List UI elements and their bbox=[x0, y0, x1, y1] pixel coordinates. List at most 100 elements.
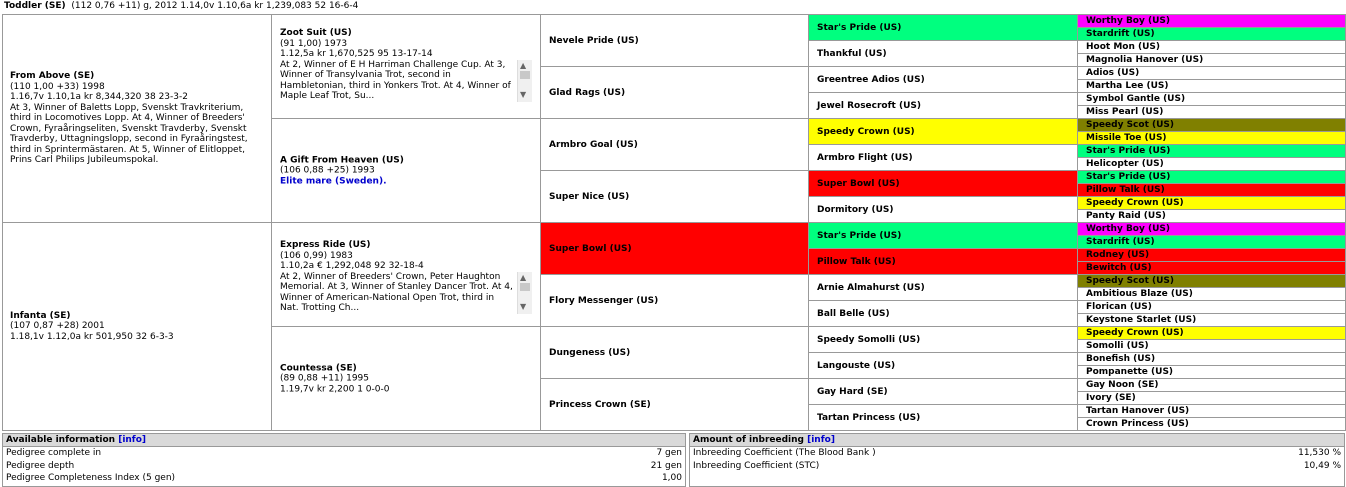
ancestor-cell[interactable]: Armbro Goal (US) bbox=[540, 118, 809, 171]
ancestor-cell[interactable]: Rodney (US) bbox=[1077, 248, 1346, 262]
ancestor-cell[interactable]: Crown Princess (US) bbox=[1077, 417, 1346, 431]
ancestor-cell[interactable]: Speedy Crown (US) bbox=[1077, 196, 1346, 210]
ancestor-cell[interactable]: Star's Pride (US) bbox=[1077, 144, 1346, 158]
ancestor-cell[interactable]: Panty Raid (US) bbox=[1077, 209, 1346, 223]
ancestor-cell[interactable]: Flory Messenger (US) bbox=[540, 274, 809, 327]
ancestor-cell[interactable]: Helicopter (US) bbox=[1077, 157, 1346, 171]
ancestor-name: Speedy Somolli (US) bbox=[817, 334, 921, 345]
ancestor-name: Star's Pride (US) bbox=[1086, 145, 1171, 156]
scrollbar[interactable]: ▲ ▼ bbox=[517, 59, 532, 102]
ancestor-name: Crown Princess (US) bbox=[1086, 418, 1189, 429]
ancestor-name: Langouste (US) bbox=[817, 360, 896, 371]
ancestor-cell[interactable]: Super Bowl (US) bbox=[808, 170, 1078, 197]
ancestor-name: Thankful (US) bbox=[817, 48, 887, 59]
description-scrollbox[interactable]: At 2, Winner of E H Harriman Challenge C… bbox=[280, 59, 532, 102]
inbreeding-panel: Amount of inbreeding [info] Inbreeding C… bbox=[689, 433, 1345, 487]
ancestor-name: Worthy Boy (US) bbox=[1086, 15, 1170, 26]
description-scrollbox[interactable]: At 2, Winner of Breeders' Crown, Peter H… bbox=[280, 271, 532, 314]
sire-dam-cell[interactable]: Infanta (SE) (107 0,87 +28) 2001 1.18,1v 1… bbox=[2, 222, 272, 431]
scroll-up-icon[interactable]: ▲ bbox=[520, 273, 526, 284]
scroll-up-icon[interactable]: ▲ bbox=[520, 61, 526, 72]
horse-record: 1.19,7v kr 2,200 1 0-0-0 bbox=[280, 383, 390, 394]
ancestor-cell[interactable]: Symbol Gantle (US) bbox=[1077, 92, 1346, 106]
scrollbar[interactable]: ▲ ▼ bbox=[517, 271, 532, 314]
elite-mare-link[interactable]: Elite mare (Sweden). bbox=[280, 176, 532, 187]
ancestor-cell[interactable]: Dormitory (US) bbox=[808, 196, 1078, 223]
grandparent-cell[interactable]: Countessa (SE) (89 0,88 +11) 1995 1.19,7v … bbox=[271, 326, 541, 431]
ancestor-cell[interactable]: Bewitch (US) bbox=[1077, 261, 1346, 275]
sire-dam-cell[interactable]: From Above (SE) (110 1,00 +33) 1998 1.16,7… bbox=[2, 14, 272, 223]
grandparent-cell[interactable]: Express Ride (US) (106 0,99) 1983 1.10,2a … bbox=[271, 222, 541, 327]
ancestor-cell[interactable]: Ambitious Blaze (US) bbox=[1077, 287, 1346, 301]
ancestor-cell[interactable]: Armbro Flight (US) bbox=[808, 144, 1078, 171]
ancestor-cell[interactable]: Thankful (US) bbox=[808, 40, 1078, 67]
ancestor-cell[interactable]: Super Bowl (US) bbox=[540, 222, 809, 275]
ancestor-name: Miss Pearl (US) bbox=[1086, 106, 1164, 117]
ancestor-cell[interactable]: Speedy Scot (US) bbox=[1077, 274, 1346, 288]
scroll-down-icon[interactable]: ▼ bbox=[520, 302, 526, 313]
ancestor-cell[interactable]: Missile Toe (US) bbox=[1077, 131, 1346, 145]
ancestor-cell[interactable]: Pompanette (US) bbox=[1077, 365, 1346, 379]
scroll-thumb[interactable] bbox=[520, 70, 530, 79]
ancestor-cell[interactable]: Princess Crown (SE) bbox=[540, 378, 809, 431]
horse-record: At 3, Winner of Baletts Lopp, Svenskt Tr… bbox=[10, 102, 248, 166]
scroll-down-icon[interactable]: ▼ bbox=[520, 90, 526, 101]
scroll-thumb[interactable] bbox=[520, 282, 530, 291]
ancestor-cell[interactable]: Speedy Crown (US) bbox=[1077, 326, 1346, 340]
ancestor-name: Martha Lee (US) bbox=[1086, 80, 1169, 91]
ancestor-cell[interactable]: Gay Noon (SE) bbox=[1077, 378, 1346, 392]
horse-record: 1.10,2a € 1,292,048 92 32-18-4 bbox=[280, 261, 424, 271]
ancestor-cell[interactable]: Speedy Scot (US) bbox=[1077, 118, 1346, 132]
ancestor-name: Armbro Flight (US) bbox=[817, 152, 913, 163]
ancestor-name: Star's Pride (US) bbox=[817, 22, 902, 33]
ancestor-cell[interactable]: Miss Pearl (US) bbox=[1077, 105, 1346, 119]
ancestor-cell[interactable]: Jewel Rosecroft (US) bbox=[808, 92, 1078, 119]
ancestor-cell[interactable]: Speedy Crown (US) bbox=[808, 118, 1078, 145]
ancestor-cell[interactable]: Dungeness (US) bbox=[540, 326, 809, 379]
ancestor-cell[interactable]: Pillow Talk (US) bbox=[808, 248, 1078, 275]
ancestor-cell[interactable]: Florican (US) bbox=[1077, 300, 1346, 314]
ancestor-cell[interactable]: Star's Pride (US) bbox=[1077, 170, 1346, 184]
ancestor-cell[interactable]: Star's Pride (US) bbox=[808, 222, 1078, 249]
ancestor-cell[interactable]: Keystone Starlet (US) bbox=[1077, 313, 1346, 327]
ancestor-cell[interactable]: Star's Pride (US) bbox=[808, 14, 1078, 41]
horse-record: (110 1,00 +33) 1998 bbox=[10, 81, 105, 92]
ancestor-cell[interactable]: Bonefish (US) bbox=[1077, 352, 1346, 366]
info-row: Pedigree complete in 7 gen bbox=[6, 448, 682, 458]
ancestor-cell[interactable]: Magnolia Hanover (US) bbox=[1077, 53, 1346, 67]
ancestor-name: Super Nice (US) bbox=[549, 191, 630, 202]
ancestor-cell[interactable]: Worthy Boy (US) bbox=[1077, 14, 1346, 28]
ancestor-cell[interactable]: Super Nice (US) bbox=[540, 170, 809, 223]
ancestor-name: Jewel Rosecroft (US) bbox=[817, 100, 921, 111]
ancestor-cell[interactable]: Ball Belle (US) bbox=[808, 300, 1078, 327]
ancestor-name: Stardrift (US) bbox=[1086, 28, 1155, 39]
ancestor-cell[interactable]: Arnie Almahurst (US) bbox=[808, 274, 1078, 301]
ancestor-cell[interactable]: Langouste (US) bbox=[808, 352, 1078, 379]
ancestor-cell[interactable]: Stardrift (US) bbox=[1077, 27, 1346, 41]
ancestor-cell[interactable]: Worthy Boy (US) bbox=[1077, 222, 1346, 236]
ancestor-name: Super Bowl (US) bbox=[817, 178, 900, 189]
ancestor-name: Greentree Adios (US) bbox=[817, 74, 925, 85]
horse-description: At 2, Winner of Breeders' Crown, Peter H… bbox=[280, 271, 513, 314]
grandparent-cell[interactable]: Zoot Suit (US) (91 1,00) 1973 1.12,5a kr 1… bbox=[271, 14, 541, 119]
grandparent-info: Countessa (SE) (89 0,88 +11) 1995 1.19,7v … bbox=[280, 363, 532, 395]
grandparent-cell[interactable]: A Gift From Heaven (US) (106 0,88 +25) 19… bbox=[271, 118, 541, 223]
ancestor-cell[interactable]: Gay Hard (SE) bbox=[808, 378, 1078, 405]
ancestor-cell[interactable]: Greentree Adios (US) bbox=[808, 66, 1078, 93]
ancestor-cell[interactable]: Ivory (SE) bbox=[1077, 391, 1346, 405]
ancestor-cell[interactable]: Speedy Somolli (US) bbox=[808, 326, 1078, 353]
page-header: Toddler (SE) (112 0,76 +11) g, 2012 1.14… bbox=[4, 0, 358, 13]
ancestor-cell[interactable]: Adios (US) bbox=[1077, 66, 1346, 80]
inbreeding-info-link[interactable]: [info] bbox=[807, 435, 835, 445]
ancestor-name: Speedy Crown (US) bbox=[817, 126, 915, 137]
ancestor-cell[interactable]: Martha Lee (US) bbox=[1077, 79, 1346, 93]
ancestor-cell[interactable]: Hoot Mon (US) bbox=[1077, 40, 1346, 54]
ancestor-cell[interactable]: Pillow Talk (US) bbox=[1077, 183, 1346, 197]
ancestor-cell[interactable]: Stardrift (US) bbox=[1077, 235, 1346, 249]
ancestor-cell[interactable]: Glad Rags (US) bbox=[540, 66, 809, 119]
ancestor-cell[interactable]: Tartan Hanover (US) bbox=[1077, 404, 1346, 418]
available-info-link[interactable]: [info] bbox=[118, 435, 146, 445]
ancestor-cell[interactable]: Nevele Pride (US) bbox=[540, 14, 809, 67]
ancestor-cell[interactable]: Tartan Princess (US) bbox=[808, 404, 1078, 431]
ancestor-cell[interactable]: Somolli (US) bbox=[1077, 339, 1346, 353]
